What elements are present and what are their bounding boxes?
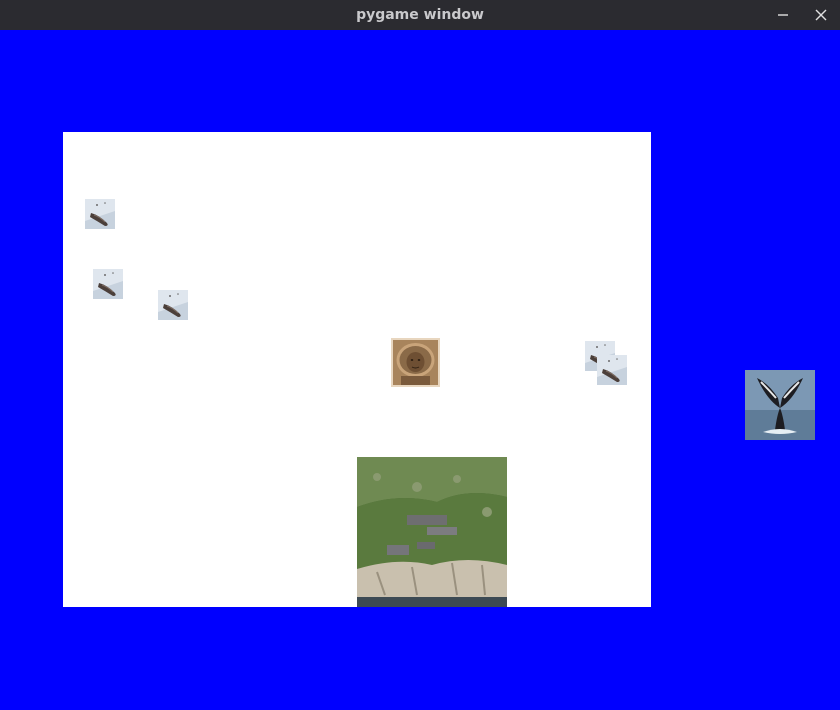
minimize-button[interactable] <box>773 5 793 25</box>
seal-sprite <box>158 290 188 320</box>
whale-tail-sprite <box>745 370 815 440</box>
close-button[interactable] <box>811 5 831 25</box>
minimize-icon <box>778 14 788 16</box>
game-canvas[interactable] <box>0 30 840 710</box>
close-icon <box>815 9 827 21</box>
seal-sprite <box>85 199 115 229</box>
island-sprite <box>357 457 507 607</box>
window-title: pygame window <box>356 7 484 23</box>
title-bar[interactable]: pygame window <box>0 0 840 30</box>
portrait-sprite <box>391 338 440 387</box>
seal-sprite <box>597 355 627 385</box>
pygame-window: pygame window <box>0 0 840 710</box>
seal-sprite <box>93 269 123 299</box>
